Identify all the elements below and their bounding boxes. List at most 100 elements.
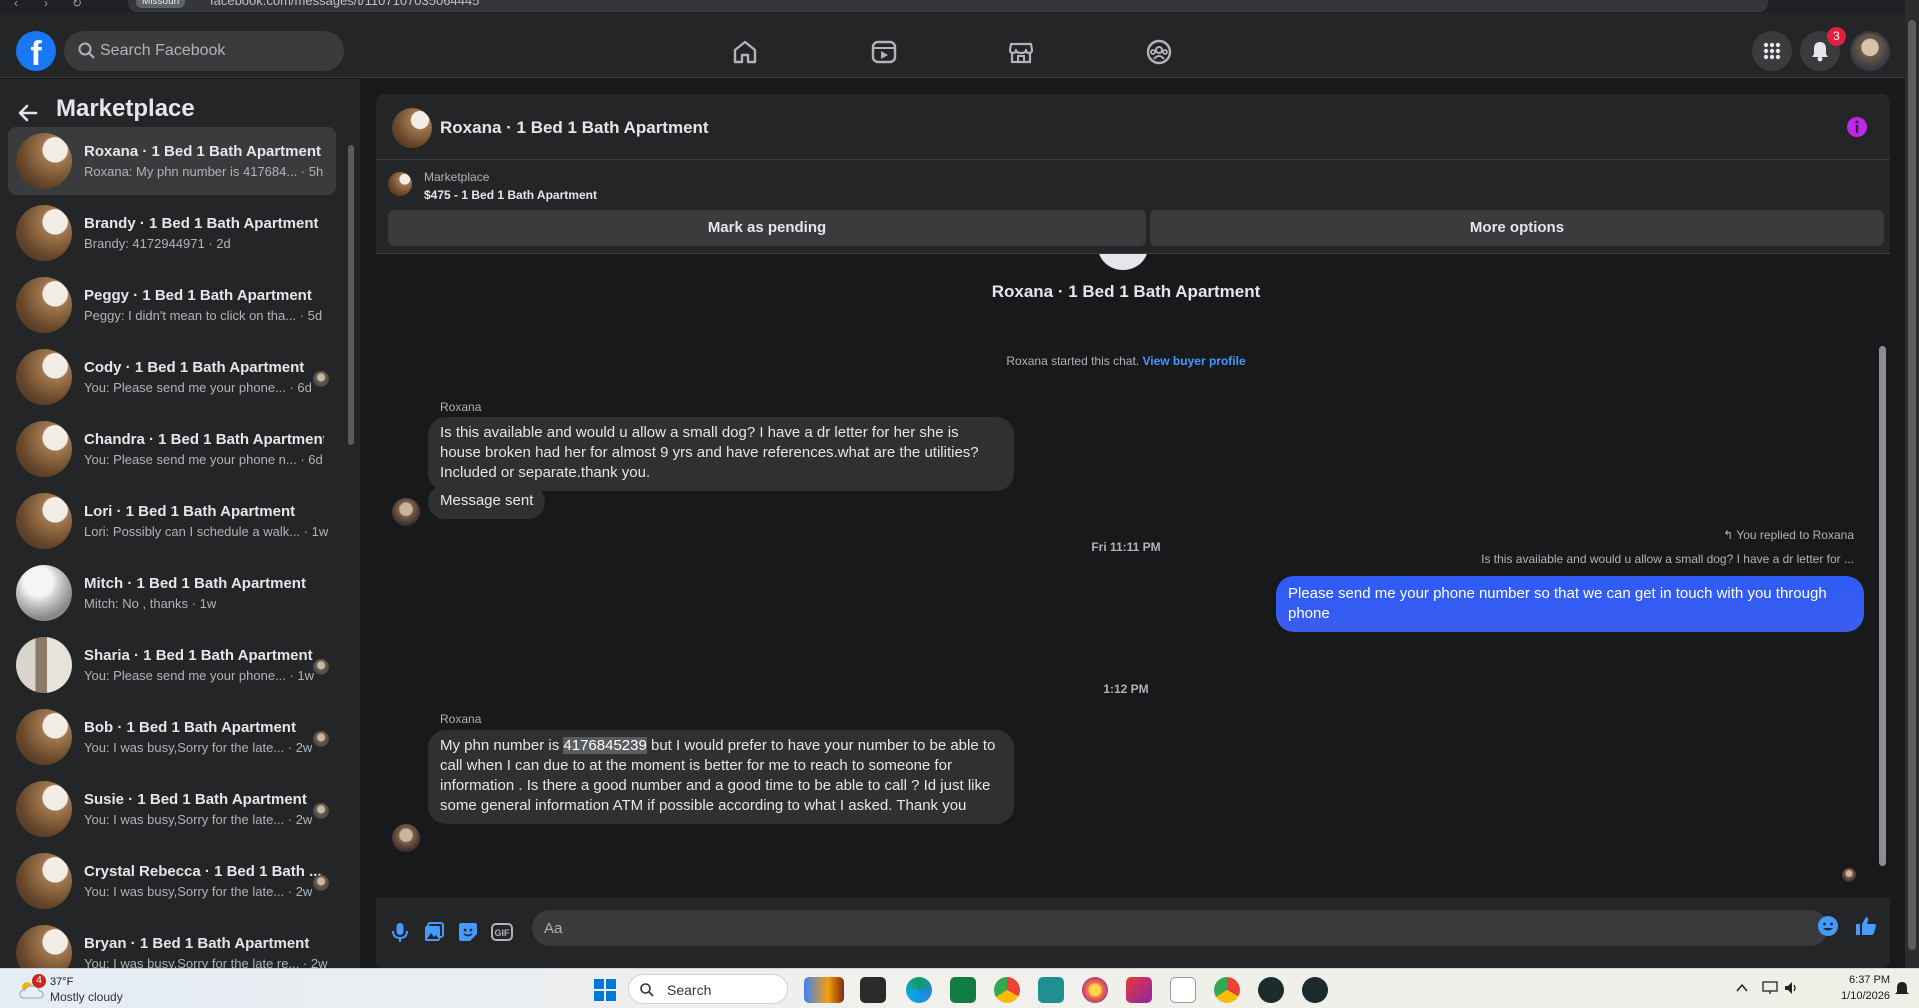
conversation-name: Sharia · 1 Bed 1 Bath Apartment	[84, 647, 313, 664]
firefox-icon[interactable]	[1082, 977, 1108, 1003]
incoming-message[interactable]: My phn number is 4176845239 but I would …	[428, 730, 1014, 824]
conversation-brandy[interactable]: Brandy · 1 Bed 1 Bath Apartment Brandy: …	[8, 199, 336, 267]
clock-time: 6:37 PM	[1849, 974, 1890, 986]
reply-indicator: ↰ You replied to Roxana	[1723, 528, 1854, 542]
conversation-preview: You: I was busy,Sorry for the late... · …	[84, 812, 313, 827]
thread-avatar	[1098, 254, 1148, 270]
tray-chevron-up-icon[interactable]	[1736, 983, 1748, 993]
emoji-icon[interactable]	[1816, 914, 1840, 938]
notification-center-icon[interactable]	[1894, 981, 1910, 997]
microphone-icon[interactable]	[388, 920, 412, 944]
conversation-mitch[interactable]: Mitch · 1 Bed 1 Bath Apartment Mitch: No…	[8, 559, 336, 627]
profile-chip[interactable]: Missouri	[136, 0, 186, 8]
notifications-button[interactable]: 3	[1800, 27, 1846, 71]
clock-date: 1/10/2026	[1841, 990, 1890, 1002]
listing-thumbnail[interactable]	[388, 172, 412, 196]
conversation-name: Cody · 1 Bed 1 Bath Apartment	[84, 359, 305, 376]
file-icon[interactable]	[1170, 977, 1196, 1003]
taskbar-search[interactable]: Search	[628, 974, 788, 1004]
conversation-name: Bryan · 1 Bed 1 Bath Apartment	[84, 935, 310, 952]
spreadsheet-app-icon[interactable]	[950, 977, 976, 1003]
listing-title[interactable]: $475 - 1 Bed 1 Bath Apartment	[424, 188, 597, 202]
conversation-name: Mitch · 1 Bed 1 Bath Apartment	[84, 575, 306, 592]
outgoing-message[interactable]: Please send me your phone number so that…	[1276, 576, 1864, 632]
forward-nav-icon[interactable]: ›	[44, 0, 48, 10]
sticker-icon[interactable]	[456, 920, 480, 944]
notification-badge: 3	[1827, 27, 1846, 46]
video-icon[interactable]	[868, 36, 900, 68]
conversation-peggy[interactable]: Peggy · 1 Bed 1 Bath Apartment Peggy: I …	[8, 271, 336, 339]
conversation-name: Crystal Rebecca · 1 Bed 1 Bath ...	[84, 863, 322, 880]
seen-avatar	[313, 803, 329, 819]
address-bar[interactable]: facebook.com/messages/t/1107107035064445	[128, 0, 1768, 12]
svg-text:GIF: GIF	[495, 928, 511, 938]
page-scrollbar[interactable]	[1905, 0, 1919, 968]
sidebar-scrollbar[interactable]	[346, 127, 356, 967]
highlighted-phone-number[interactable]: 4176845239	[563, 737, 647, 754]
conversation-preview: You: Please send me your phone... · 1w	[84, 668, 315, 683]
chrome-profile-icon[interactable]	[1214, 977, 1240, 1003]
view-buyer-profile-link[interactable]: View buyer profile	[1142, 354, 1245, 368]
weather-widget[interactable]: 4 37°F Mostly cloudy	[16, 974, 166, 1006]
incoming-message[interactable]: Message sent	[428, 485, 546, 519]
groups-icon[interactable]	[1143, 36, 1175, 68]
home-icon[interactable]	[729, 36, 761, 68]
sender-avatar[interactable]	[392, 824, 420, 852]
reply-note-text: You replied to Roxana	[1736, 528, 1854, 542]
avatar	[16, 277, 72, 333]
reload-icon[interactable]: ↻	[72, 0, 82, 10]
widgets-app-icon[interactable]	[804, 977, 844, 1003]
back-nav-icon[interactable]: ‹	[14, 0, 18, 10]
task-view-icon[interactable]	[860, 977, 886, 1003]
search-box[interactable]	[64, 31, 344, 71]
conversation-name: Susie · 1 Bed 1 Bath Apartment	[84, 791, 307, 808]
avatar	[16, 565, 72, 621]
mark-as-pending-button[interactable]: Mark as pending	[388, 210, 1146, 246]
gauge-app-icon-2[interactable]	[1302, 977, 1328, 1003]
browser-toolbar: ‹ › ↻ facebook.com/messages/t/1107107035…	[0, 0, 1919, 14]
chat-title[interactable]: Roxana · 1 Bed 1 Bath Apartment	[440, 118, 709, 138]
conversation-lori[interactable]: Lori · 1 Bed 1 Bath Apartment Lori: Poss…	[8, 487, 336, 555]
more-options-button[interactable]: More options	[1150, 210, 1884, 246]
message-composer: GIF	[376, 898, 1890, 968]
photo-icon[interactable]	[422, 920, 446, 944]
search-input[interactable]	[100, 31, 330, 71]
chat-header: Roxana · 1 Bed 1 Bath Apartment	[376, 94, 1890, 160]
system-clock[interactable]: 6:37 PM 1/10/2026	[1810, 972, 1890, 1004]
conversation-cody[interactable]: Cody · 1 Bed 1 Bath Apartment You: Pleas…	[8, 343, 336, 411]
windows-start-icon[interactable]	[594, 979, 616, 1001]
conversation-roxana[interactable]: Roxana · 1 Bed 1 Bath Apartment Roxana: …	[8, 127, 336, 195]
gif-icon[interactable]: GIF	[490, 920, 514, 944]
back-arrow-icon[interactable]	[16, 101, 40, 125]
quoted-message[interactable]: Is this available and would u allow a sm…	[1481, 552, 1854, 566]
system-tray-icons[interactable]	[1762, 979, 1816, 999]
conversation-susie[interactable]: Susie · 1 Bed 1 Bath Apartment You: I wa…	[8, 775, 336, 843]
conversation-bob[interactable]: Bob · 1 Bed 1 Bath Apartment You: I was …	[8, 703, 336, 771]
marketplace-icon[interactable]	[1005, 36, 1037, 68]
app-icon[interactable]	[1038, 977, 1064, 1003]
snipping-tool-icon[interactable]	[1126, 977, 1152, 1003]
network-icon	[1762, 981, 1778, 994]
conversation-bryan[interactable]: Bryan · 1 Bed 1 Bath Apartment You: I wa…	[8, 919, 336, 968]
avatar	[16, 925, 72, 968]
menu-button[interactable]	[1752, 31, 1792, 71]
chrome-icon[interactable]	[994, 977, 1020, 1003]
info-icon[interactable]	[1846, 116, 1868, 138]
gauge-app-icon[interactable]	[1258, 977, 1284, 1003]
facebook-logo[interactable]: f	[16, 31, 56, 71]
avatar	[16, 421, 72, 477]
sender-name: Roxana	[440, 712, 482, 726]
sender-avatar[interactable]	[392, 498, 420, 526]
incoming-message[interactable]: Is this available and would u allow a sm…	[428, 417, 1014, 491]
thread-scrollbar[interactable]	[1876, 254, 1890, 898]
message-input[interactable]	[532, 910, 1828, 946]
avatar	[16, 133, 72, 189]
profile-avatar[interactable]	[1850, 31, 1890, 71]
conversation-crystal-rebecca[interactable]: Crystal Rebecca · 1 Bed 1 Bath ... You: …	[8, 847, 336, 915]
chat-avatar[interactable]	[392, 108, 432, 148]
edge-browser-icon[interactable]	[906, 977, 932, 1003]
conversation-chandra[interactable]: Chandra · 1 Bed 1 Bath Apartment You: Pl…	[8, 415, 336, 483]
avatar	[16, 493, 72, 549]
conversation-sharia[interactable]: Sharia · 1 Bed 1 Bath Apartment You: Ple…	[8, 631, 336, 699]
thumbs-up-icon[interactable]	[1854, 914, 1878, 938]
